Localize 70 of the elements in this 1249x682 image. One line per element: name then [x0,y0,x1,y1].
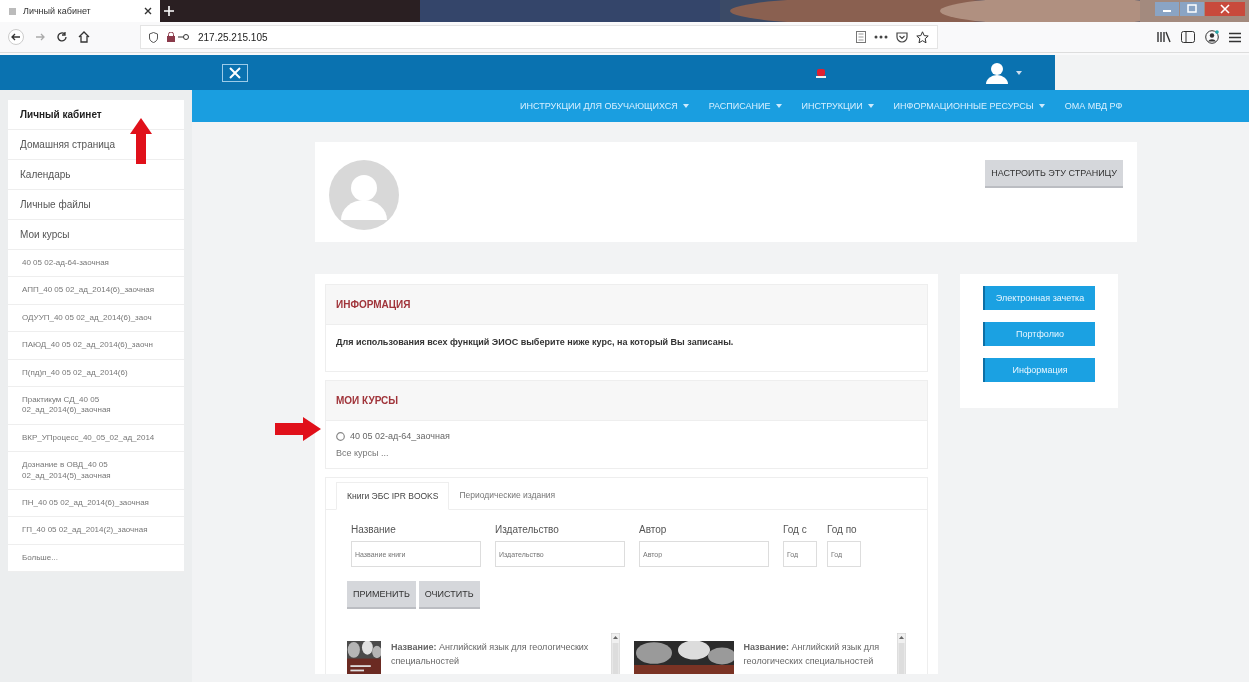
nav-link[interactable]: ОМА МВД РФ [1064,101,1123,111]
sidebar-item[interactable]: П(пд)п_40 05 02_ад_2014(6) [8,359,184,387]
tab[interactable]: Книги ЭБС IPR BOOKS [336,482,450,510]
block-title: МОИ КУРСЫ [326,381,927,421]
sidebar-item[interactable]: АПП_40 05 02_ад_2014(6)_заочная [8,277,184,305]
field-label: Название [351,524,397,535]
sidebar-item[interactable]: ГП_40 05 02_ад_2014(2)_заочная [8,517,184,545]
tab[interactable]: Периодические издания [449,482,566,509]
more-icon[interactable] [874,35,888,39]
link-button[interactable]: Информация [983,358,1095,382]
close-icon[interactable] [144,7,152,15]
field-label: Год с [783,524,808,535]
sidebar-item[interactable]: ОДУУП_40 05 02_ад_2014(6)_заоч [8,304,184,333]
account-icon[interactable] [1205,30,1219,44]
sidebar-icon[interactable] [1181,31,1195,43]
reload-icon[interactable] [56,31,68,43]
browser-tab[interactable]: Личный кабинет [0,0,160,22]
caret-icon [867,104,874,108]
book-description: Название: Английский язык для геологических специальностей [743,641,881,668]
caret-icon[interactable] [1016,70,1022,75]
user-icon[interactable] [986,61,1008,84]
address-field[interactable]: 217.25.215.105 [140,25,938,49]
filter-button[interactable]: ОЧИСТИТЬ [418,581,480,609]
library-icon[interactable] [1157,31,1171,43]
plus-icon[interactable] [164,6,174,16]
nav-link[interactable]: ИНСТРУКЦИИ [801,101,874,111]
info-text: Для использования всех функций ЭИОС выберите ниже курс, на который Вы записаны. [335,336,735,349]
sidebar-item[interactable]: Мои курсы [8,220,184,250]
lock-key-icon [166,32,190,42]
shield-icon [149,31,158,43]
sidebar-item[interactable]: ПН_40 05 02_ад_2014(6)_заочная [8,489,184,518]
sidebar-item[interactable]: ПАЮД_40 05 02_ад_2014(6)_заочн [8,332,184,360]
course-link[interactable]: 40 05 02-ад-64_заочная [350,431,450,441]
sidebar-item[interactable]: Личные файлы [8,190,184,220]
scrollbar[interactable] [610,633,620,674]
all-courses-link[interactable]: Все курсы ... [336,448,389,458]
sidebar-item[interactable]: Дознание в ОВД_40 05 02_ад_2014(5)_заочная [8,452,184,490]
sidebar-item[interactable]: Больше... [8,544,184,573]
sidebar-item[interactable]: ВКР_УПроцесс_40_05_02_ад_2014 [8,424,184,453]
customize-button[interactable]: НАСТРОИТЬ ЭТУ СТРАНИЦУ [985,160,1123,188]
sidebar-item[interactable]: 40 05 02-ад-64-заочная [8,250,184,278]
arrow-icon [130,118,152,164]
caret-icon [682,104,689,108]
filter-button[interactable]: ПРИМЕНИТЬ [347,581,416,609]
book-description: Название: Английский язык для геологических специальностей [391,641,590,668]
field-label: Автор [639,524,668,535]
avatar-icon [329,160,399,230]
star-icon[interactable] [916,30,929,44]
sidebar-item[interactable]: Практикум СД_40 05 02_ад_2014(6)_заочная [8,386,184,425]
home-icon[interactable] [78,31,90,43]
pocket-icon[interactable] [896,31,908,43]
block-title: ИНФОРМАЦИЯ [326,285,927,325]
scrollbar[interactable] [897,633,906,674]
arrow-icon [275,417,321,441]
field-label: Год по [827,524,858,535]
link-button[interactable]: Портфолио [983,322,1095,346]
back-icon[interactable] [8,29,24,45]
page-icon [8,6,17,16]
field-label: Издательство [495,524,560,535]
notification-icon[interactable] [816,67,826,78]
link-button[interactable]: Электронная зачетка [983,286,1095,310]
caret-icon [1038,104,1045,108]
course-icon [336,431,345,441]
minimize-icon[interactable] [1155,2,1179,16]
caret-icon [775,104,782,108]
nav-link[interactable]: ИНФОРМАЦИОННЫЕ РЕСУРСЫ [893,101,1045,111]
menu-icon[interactable] [1229,31,1241,43]
nav-link[interactable]: РАСПИСАНИЕ [708,101,782,111]
nav-link[interactable]: ИНСТРУКЦИИ ДЛЯ ОБУЧАЮЩИХСЯ [520,101,689,111]
reader-icon[interactable] [856,31,866,43]
